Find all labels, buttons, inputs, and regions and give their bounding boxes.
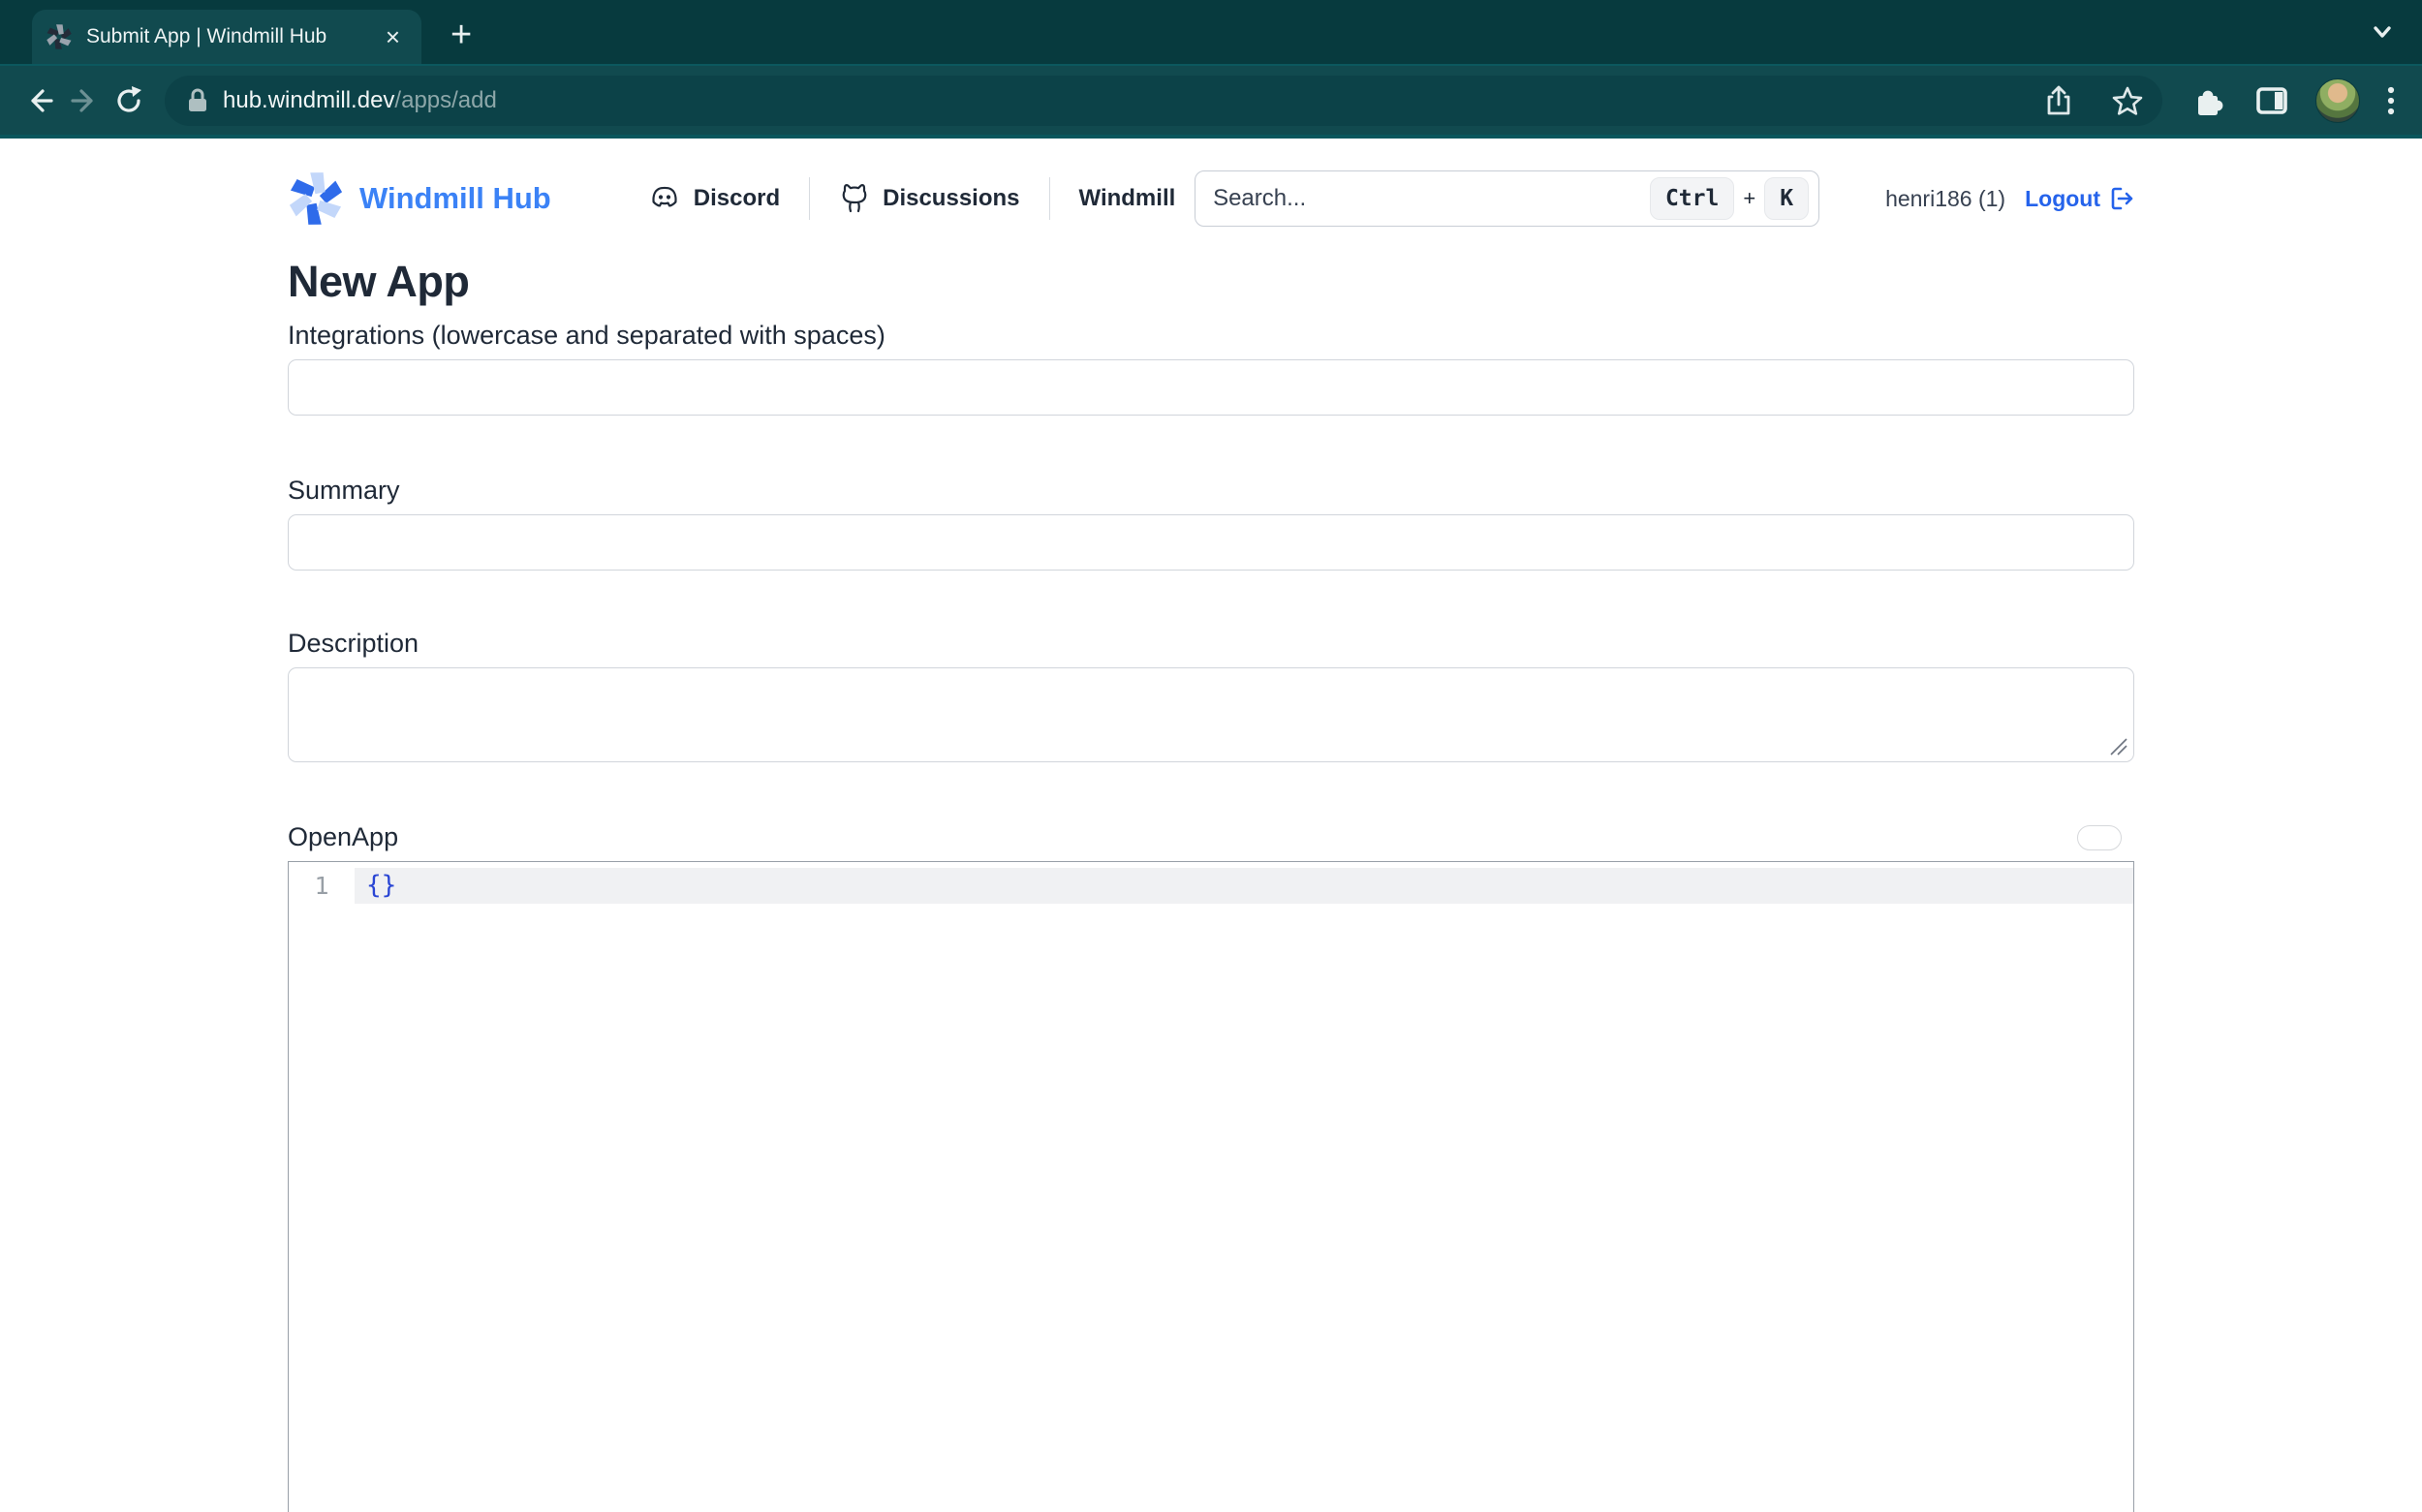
- nav-item-windmill[interactable]: Windmill: [1079, 185, 1176, 212]
- openapp-header-row: OpenApp: [288, 822, 2134, 852]
- tab-title: Submit App | Windmill Hub: [86, 25, 380, 48]
- summary-label: Summary: [288, 476, 2134, 506]
- nav-label: Discussions: [883, 185, 1019, 212]
- brand-home-link[interactable]: Windmill Hub: [288, 170, 551, 227]
- page-title: New App: [288, 257, 2134, 307]
- user-area: henri186 (1) Logout: [1885, 186, 2134, 212]
- kbd-plus: +: [1743, 186, 1755, 211]
- url-bar[interactable]: hub.windmill.dev/apps/add: [165, 76, 2162, 126]
- reload-button[interactable]: [107, 78, 151, 123]
- back-button[interactable]: [17, 78, 62, 123]
- search-box[interactable]: Ctrl + K: [1195, 170, 1819, 227]
- brand-name: Windmill Hub: [359, 181, 551, 216]
- github-discussions-icon: [839, 182, 870, 215]
- tab-search-chevron-icon[interactable]: [2368, 21, 2397, 43]
- windmill-logo-icon: [288, 170, 344, 227]
- nav-item-discord[interactable]: Discord: [648, 182, 780, 215]
- code-content[interactable]: {}: [355, 868, 2133, 904]
- description-label: Description: [288, 629, 2134, 659]
- toolbar-actions: [2178, 78, 2405, 123]
- resize-grip-icon[interactable]: [2108, 736, 2129, 757]
- discord-icon: [648, 182, 681, 215]
- openapp-code-editor[interactable]: 1 {}: [288, 861, 2134, 1512]
- bookmark-star-icon[interactable]: [2112, 85, 2143, 116]
- tab-close-icon[interactable]: ×: [380, 22, 406, 51]
- share-icon[interactable]: [2044, 84, 2073, 117]
- line-number: 1: [289, 868, 355, 904]
- nav-label: Discord: [694, 185, 780, 212]
- nav-label: Windmill: [1079, 185, 1176, 212]
- editor-mode-toggle[interactable]: [2077, 825, 2122, 850]
- browser-tab-strip: Submit App | Windmill Hub × +: [0, 0, 2422, 64]
- nav-divider: [1049, 177, 1050, 220]
- integrations-input[interactable]: [288, 359, 2134, 416]
- search-input[interactable]: [1199, 185, 1650, 212]
- url-path: /apps/add: [394, 87, 496, 114]
- browser-toolbar: hub.windmill.dev/apps/add: [0, 64, 2422, 139]
- main-nav: Discord Discussions Windmill: [648, 177, 1176, 220]
- summary-input[interactable]: [288, 514, 2134, 571]
- description-textarea[interactable]: [288, 667, 2134, 762]
- new-tab-button[interactable]: +: [441, 14, 481, 56]
- openapp-label: OpenApp: [288, 822, 398, 852]
- browser-tab[interactable]: Submit App | Windmill Hub ×: [32, 10, 421, 64]
- site-header: Windmill Hub Discord: [288, 164, 2134, 233]
- url-host: hub.windmill.dev: [223, 87, 394, 114]
- integrations-label: Integrations (lowercase and separated wi…: [288, 321, 2134, 351]
- lock-icon[interactable]: [186, 87, 209, 114]
- side-panel-icon[interactable]: [2253, 82, 2290, 119]
- favicon-windmill-icon: [46, 23, 73, 50]
- kbd-k: K: [1764, 177, 1809, 220]
- profile-avatar[interactable]: [2315, 78, 2360, 123]
- extensions-puzzle-icon[interactable]: [2191, 82, 2228, 119]
- browser-menu-icon[interactable]: [2385, 82, 2397, 119]
- nav-item-discussions[interactable]: Discussions: [839, 182, 1019, 215]
- nav-divider: [809, 177, 810, 220]
- kbd-ctrl: Ctrl: [1650, 177, 1734, 220]
- logout-icon: [2109, 186, 2134, 211]
- forward-button[interactable]: [62, 78, 107, 123]
- logout-label: Logout: [2025, 186, 2100, 212]
- page-content: Windmill Hub Discord: [288, 164, 2134, 1512]
- editor-line[interactable]: 1 {}: [289, 868, 2133, 904]
- username: henri186 (1): [1885, 186, 2005, 212]
- logout-link[interactable]: Logout: [2025, 186, 2134, 212]
